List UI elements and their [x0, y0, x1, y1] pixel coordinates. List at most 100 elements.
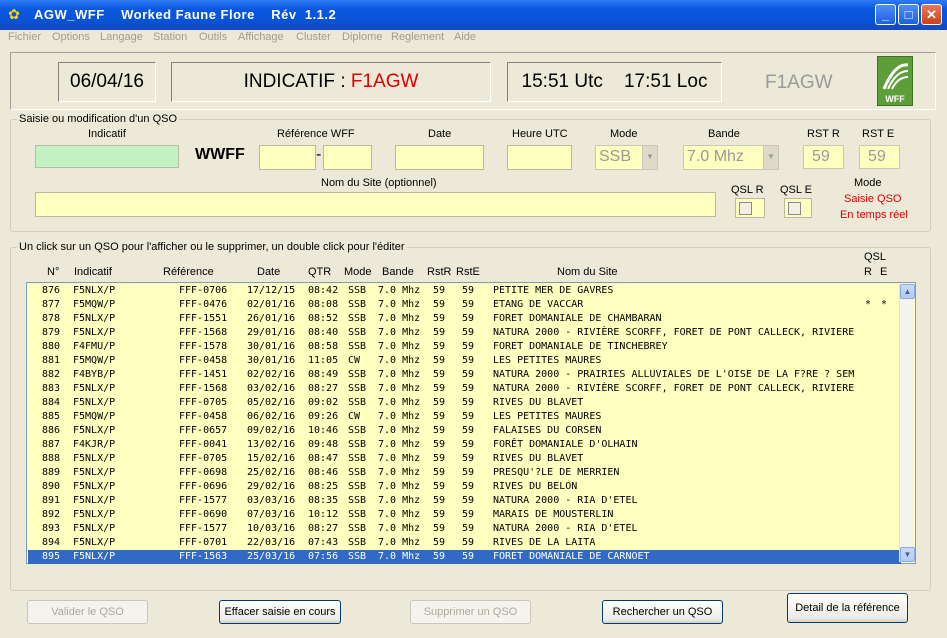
qsle-checkbox[interactable] — [788, 202, 801, 215]
row-mode: SSB — [348, 467, 367, 478]
chevron-down-icon[interactable]: ▼ — [763, 146, 778, 169]
rste-input[interactable]: 59 — [859, 145, 900, 169]
utc-time: 15:51 Utc — [521, 71, 603, 92]
table-row[interactable]: 889 F5NLX/P FFF-0698 25/02/16 08:46 SSB 7.0 Mh… — [28, 466, 901, 480]
chevron-down-icon[interactable]: ▼ — [642, 146, 657, 169]
menu-aide[interactable]: Aide — [454, 31, 476, 43]
row-site: FORET DOMANIALE DE CARNOET — [493, 551, 650, 562]
menu-station[interactable]: Station — [153, 31, 187, 43]
row-reference: FFF-0657 — [179, 425, 228, 436]
table-row[interactable]: 894 F5NLX/P FFF-0701 22/03/16 07:43 SSB 7.0 Mh… — [28, 536, 901, 550]
detail-reference-button[interactable]: Detail de la référence — [787, 593, 908, 623]
site-input[interactable] — [35, 192, 716, 217]
table-row[interactable]: 890 F5NLX/P FFF-0696 29/02/16 08:25 SSB 7.0 Mh… — [28, 480, 901, 494]
row-indicatif: F5NLX/P — [73, 467, 116, 478]
menu-cluster[interactable]: Cluster — [296, 31, 331, 43]
menu-affichage[interactable]: Affichage — [238, 31, 284, 43]
wff-logo-icon: WFF — [877, 56, 913, 106]
row-mode: SSB — [348, 369, 367, 380]
row-rste: 59 — [462, 299, 475, 310]
rechercher-qso-button[interactable]: Rechercher un QSO — [602, 600, 723, 624]
row-indicatif: F5NLX/P — [73, 509, 116, 520]
row-indicatif: F5NLX/P — [73, 551, 116, 562]
table-row[interactable]: 879 F5NLX/P FFF-1568 29/01/16 08:40 SSB 7.0 Mh… — [28, 326, 901, 340]
col-date: Date — [257, 266, 281, 278]
table-row[interactable]: 880 F4FMU/P FFF-1578 30/01/16 08:58 SSB 7.0 Mh… — [28, 340, 901, 354]
table-row[interactable]: 876 F5NLX/P FFF-0706 17/12/15 08:42 SSB 7.0 Mh… — [28, 284, 901, 298]
table-row[interactable]: 885 F5MQW/P FFF-0458 06/02/16 09:26 CW 7.0 Mhz… — [28, 410, 901, 424]
row-reference: FFF-1578 — [179, 341, 228, 352]
callsign-label: F1AGW — [765, 72, 833, 93]
menu-options[interactable]: Options — [52, 31, 90, 43]
table-row[interactable]: 886 F5NLX/P FFF-0657 09/02/16 10:46 SSB 7.0 Mh… — [28, 424, 901, 438]
heure-input[interactable] — [507, 145, 572, 170]
table-row[interactable]: 878 F5NLX/P FFF-1551 26/01/16 08:52 SSB 7.0 Mh… — [28, 312, 901, 326]
row-site: RIVES DE LA LAITA — [493, 537, 596, 548]
table-row[interactable]: 888 F5NLX/P FFF-0705 15/02/16 08:47 SSB 7.0 Mh… — [28, 452, 901, 466]
menu-outils[interactable]: Outils — [199, 31, 227, 43]
row-site: LES PETITES MAURES — [493, 355, 602, 366]
menu-reglement[interactable]: Reglement — [391, 31, 444, 43]
row-date: 09/02/16 — [247, 425, 296, 436]
row-reference: FFF-0476 — [179, 299, 228, 310]
effacer-saisie-button[interactable]: Effacer saisie en cours — [219, 600, 341, 624]
row-date: 15/02/16 — [247, 453, 296, 464]
table-row[interactable]: 892 F5NLX/P FFF-0690 07/03/16 10:12 SSB 7.0 Mh… — [28, 508, 901, 522]
table-row[interactable]: 883 F5NLX/P FFF-1568 03/02/16 08:27 SSB 7.0 Mh… — [28, 382, 901, 396]
row-bande: 7.0 Mhz — [378, 509, 421, 520]
row-date: 25/02/16 — [247, 467, 296, 478]
menu-fichier[interactable]: Fichier — [8, 31, 41, 43]
mode-label: Mode — [610, 128, 638, 140]
row-reference: FFF-0698 — [179, 467, 228, 478]
table-row[interactable]: 884 F5NLX/P FFF-0705 05/02/16 09:02 SSB 7.0 Mh… — [28, 396, 901, 410]
indicatif-input[interactable] — [35, 145, 179, 168]
maximize-icon[interactable]: □ — [898, 4, 919, 25]
minimize-icon[interactable]: _ — [875, 4, 896, 25]
date-input[interactable] — [395, 145, 484, 170]
row-bande: 7.0 Mhz — [378, 495, 421, 506]
table-row[interactable]: 877 F5MQW/P FFF-0476 02/01/16 08:08 SSB 7.0 Mh… — [28, 298, 901, 312]
table-row[interactable]: 882 F4BYB/P FFF-1451 02/02/16 08:49 SSB 7.0 Mh… — [28, 368, 901, 382]
reference-number-input[interactable] — [323, 145, 372, 170]
qso-list[interactable]: 876 F5NLX/P FFF-0706 17/12/15 08:42 SSB 7.0 Mh… — [26, 282, 916, 564]
row-rstr: 59 — [433, 411, 446, 422]
reference-prefix-input[interactable] — [259, 145, 316, 170]
row-qtr: 08:52 — [308, 313, 339, 324]
row-site: NATURA 2000 - RIA D'ETEL — [493, 495, 638, 506]
row-n: 894 — [42, 537, 61, 548]
row-indicatif: F5NLX/P — [73, 481, 116, 492]
row-rste: 59 — [462, 355, 475, 366]
mode-select[interactable]: SSB ▼ — [595, 145, 658, 170]
list-scrollbar[interactable]: ▲ ▼ — [899, 284, 915, 562]
chevron-down-icon[interactable]: ▼ — [900, 547, 915, 562]
row-rste: 59 — [462, 313, 475, 324]
table-row[interactable]: 895 F5NLX/P FFF-1563 25/03/16 07:56 SSB 7.0 Mh… — [28, 550, 901, 564]
chevron-up-icon[interactable]: ▲ — [900, 284, 915, 299]
row-date: 26/01/16 — [247, 313, 296, 324]
supprimer-qso-button[interactable]: Supprimer un QSO — [410, 600, 531, 624]
row-mode: SSB — [348, 425, 367, 436]
close-icon[interactable]: ✕ — [921, 4, 942, 25]
col-indicatif: Indicatif — [74, 266, 112, 278]
bande-select[interactable]: 7.0 Mhz ▼ — [683, 145, 779, 170]
table-row[interactable]: 881 F5MQW/P FFF-0458 30/01/16 11:05 CW 7.0 Mhz… — [28, 354, 901, 368]
valider-qso-button[interactable]: Valider le QSO — [27, 600, 148, 624]
row-n: 892 — [42, 509, 61, 520]
row-mode: SSB — [348, 397, 367, 408]
menu-diplome[interactable]: Diplome — [342, 31, 382, 43]
menu-langage[interactable]: Langage — [100, 31, 143, 43]
table-row[interactable]: 887 F4KJR/P FFF-0041 13/02/16 09:48 SSB 7.0 Mh… — [28, 438, 901, 452]
row-qtr: 08:42 — [308, 285, 339, 296]
qslr-checkbox[interactable] — [739, 202, 752, 215]
table-row[interactable]: 891 F5NLX/P FFF-1577 03/03/16 08:35 SSB 7.0 Mh… — [28, 494, 901, 508]
table-row[interactable]: 893 F5NLX/P FFF-1577 10/03/16 08:27 SSB 7.0 Mh… — [28, 522, 901, 536]
row-mode: SSB — [348, 537, 367, 548]
rstr-input[interactable]: 59 — [803, 145, 844, 169]
qslr-label: QSL R — [731, 184, 764, 196]
row-mode: SSB — [348, 285, 367, 296]
rstr-label: RST R — [807, 128, 840, 140]
row-n: 885 — [42, 411, 61, 422]
row-indicatif: F4FMU/P — [73, 341, 116, 352]
row-n: 879 — [42, 327, 61, 338]
row-n: 884 — [42, 397, 61, 408]
